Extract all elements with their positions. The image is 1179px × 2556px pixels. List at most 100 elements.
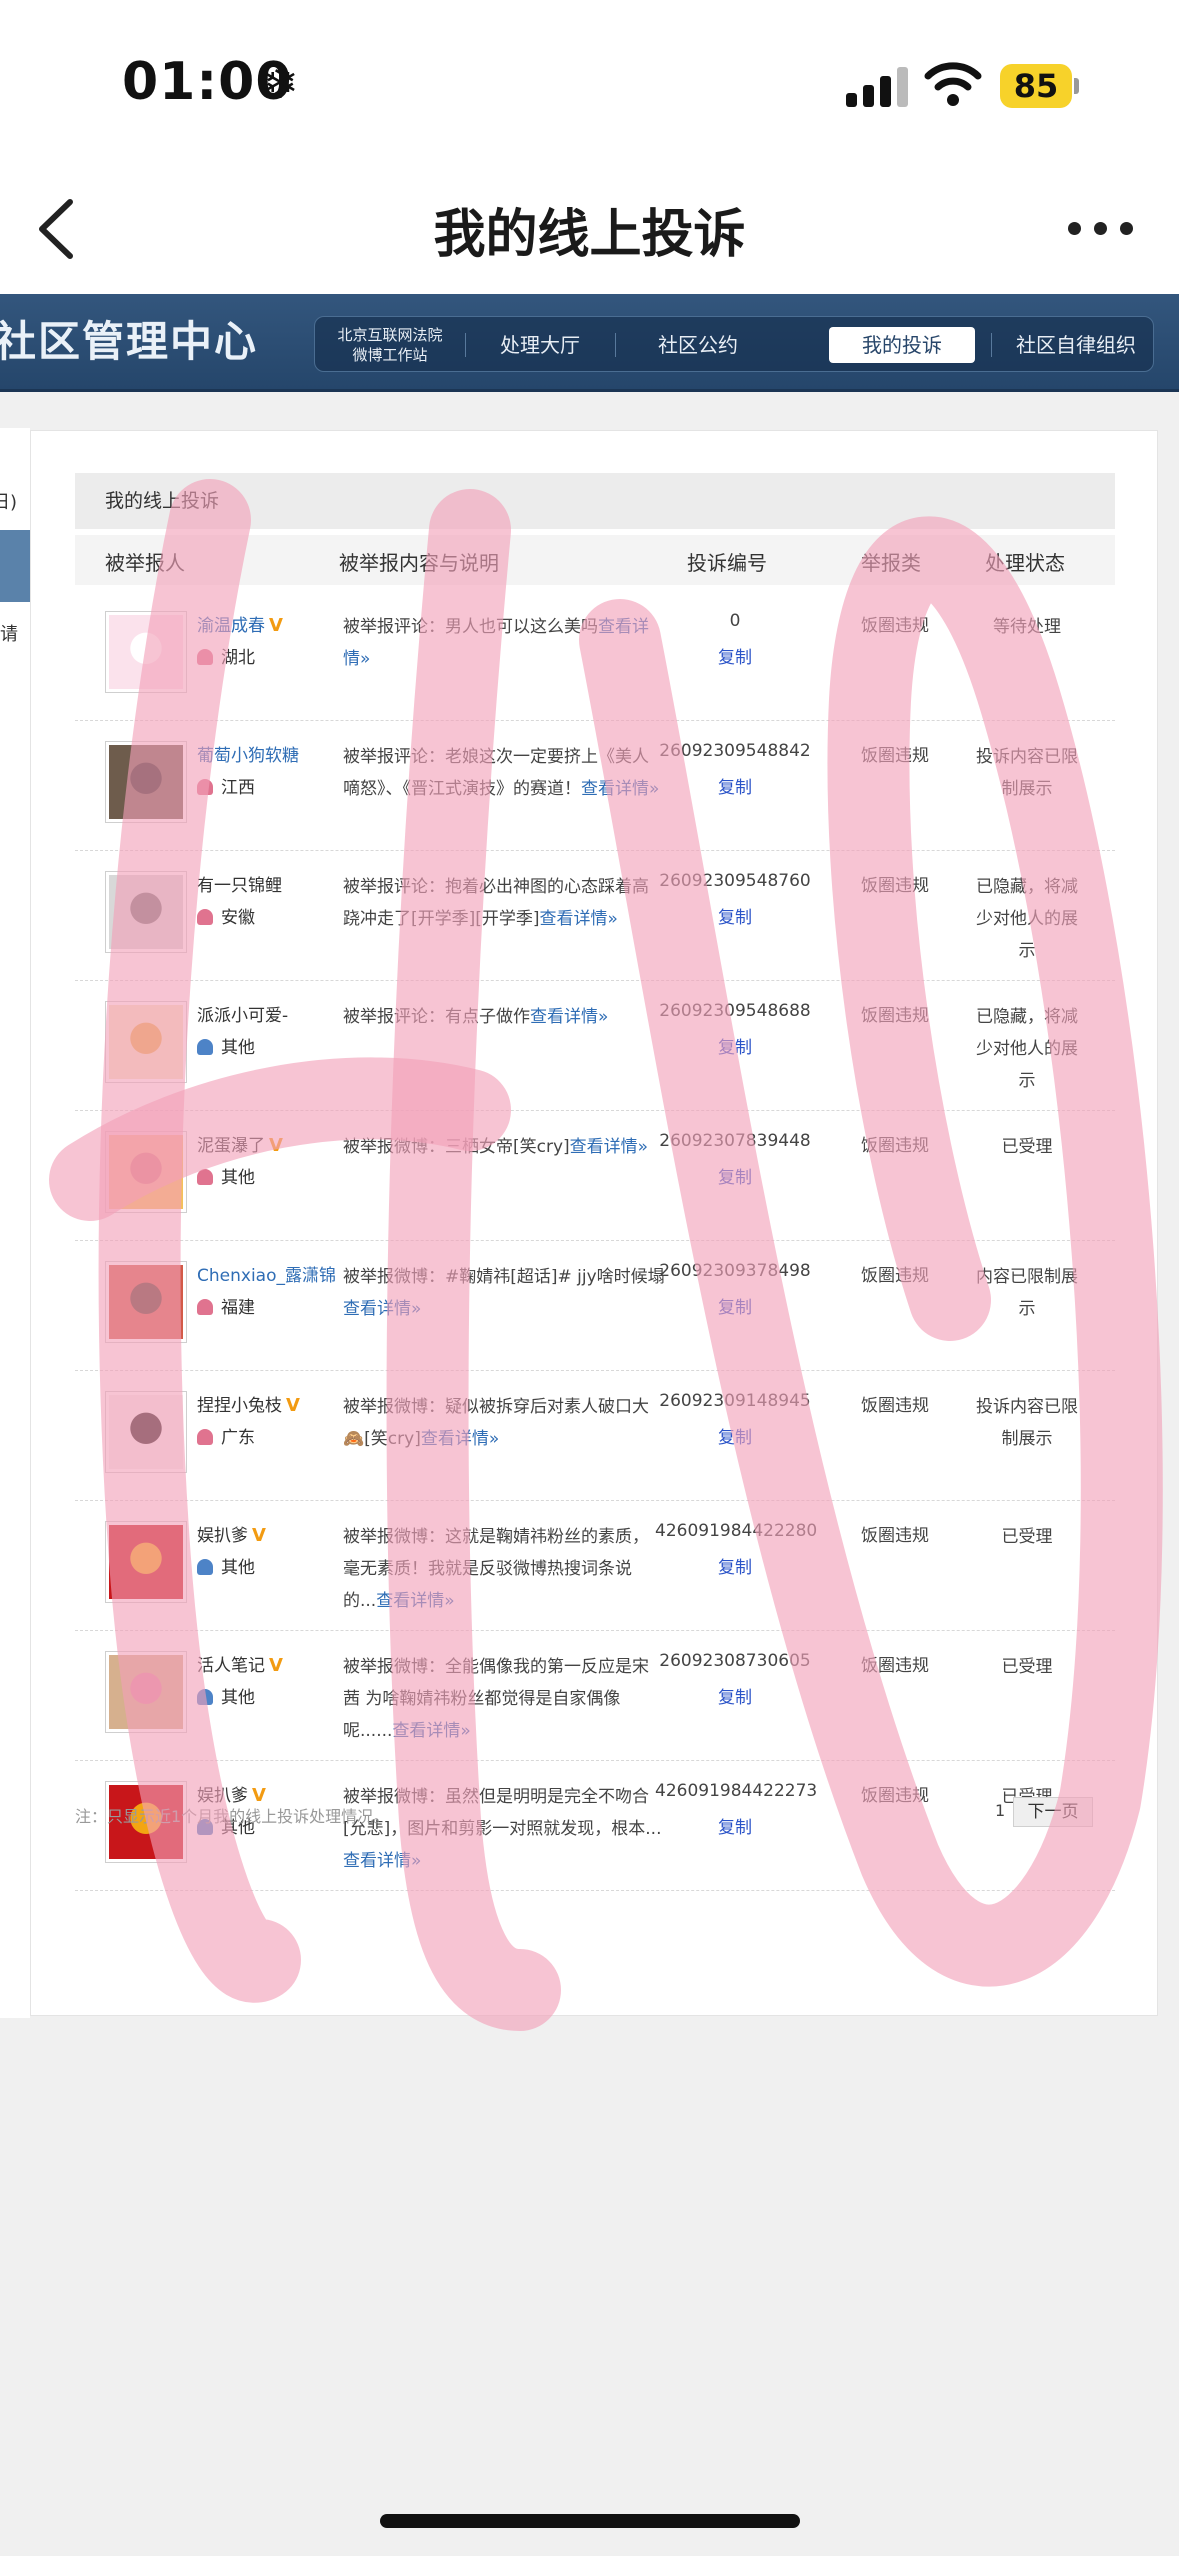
description-text: 被举报微博：三栖女帝[笑cry] — [343, 1137, 570, 1157]
copy-id-link[interactable]: 复制 — [655, 1423, 815, 1448]
copy-id-link[interactable]: 复制 — [655, 643, 815, 668]
reported-user-name[interactable]: 泥蛋瀑了 V — [197, 1131, 283, 1156]
view-details-link[interactable]: 查看详情» — [581, 779, 659, 799]
reported-user-name[interactable]: Chenxiao_露潇锦 — [197, 1261, 336, 1286]
report-category: 饭圈违规 — [861, 1526, 929, 1546]
view-details-link[interactable]: 查看详情» — [376, 1591, 454, 1611]
copy-id-link[interactable]: 复制 — [655, 1293, 815, 1318]
user-name-text[interactable]: 泥蛋瀑了 — [197, 1136, 265, 1156]
user-name-text[interactable]: 派派小可爱- — [197, 1006, 288, 1026]
processing-status: 等待处理 — [993, 617, 1061, 637]
tab-my-complaints[interactable]: 我的投诉 — [829, 327, 975, 363]
view-details-link[interactable]: 查看详情» — [343, 1299, 421, 1319]
avatar[interactable] — [105, 1261, 187, 1343]
view-details-link[interactable]: 查看详情» — [570, 1137, 648, 1157]
avatar[interactable] — [105, 741, 187, 823]
person-icon — [197, 1299, 213, 1315]
tab-court-station[interactable]: 北京互联网法院 微博工作站 — [325, 317, 455, 373]
avatar-image — [109, 615, 183, 689]
column-header: 举报类 — [861, 551, 921, 575]
user-name-text[interactable]: 渝温成春 — [197, 616, 265, 636]
page-number[interactable]: 1 — [995, 1801, 1005, 1820]
complaint-id: 426091984422280 — [655, 1521, 818, 1541]
column-header: 投诉编号 — [687, 551, 767, 575]
view-details-link[interactable]: 查看详情» — [421, 1429, 499, 1449]
location-text: 湖北 — [221, 648, 255, 668]
avatar[interactable] — [105, 1521, 187, 1603]
column-header: 被举报内容与说明 — [339, 551, 499, 575]
description-text: 被举报微博：虽然但是明明是完全不吻合[允悲]，图片和剪影一对照就发现，根本... — [343, 1787, 662, 1839]
user-name-text[interactable]: 有一只锦鲤 — [197, 876, 282, 896]
more-options-icon[interactable] — [1068, 218, 1136, 238]
reported-user-name[interactable]: 捏捏小兔枝 V — [197, 1391, 300, 1416]
person-icon — [197, 649, 213, 665]
avatar[interactable] — [105, 871, 187, 953]
location-text: 其他 — [221, 1558, 255, 1578]
copy-id-link[interactable]: 复制 — [655, 903, 815, 928]
avatar[interactable] — [105, 1651, 187, 1733]
table-row: 葡萄小狗软糖 江西 被举报评论：老娘这次一定要挤上《美人嘀怒》、《晋江式演技》的赛道… — [75, 721, 1115, 851]
copy-id-link[interactable]: 复制 — [655, 773, 815, 798]
view-details-link[interactable]: 查看详情» — [530, 1007, 608, 1027]
tab-court-station-line2: 微博工作站 — [352, 346, 428, 364]
copy-id-link[interactable]: 复制 — [655, 1683, 815, 1708]
view-details-link[interactable]: 查看详情» — [343, 1851, 421, 1871]
report-category: 饭圈违规 — [861, 616, 929, 636]
battery-tip — [1074, 78, 1079, 94]
report-category: 饭圈违规 — [861, 876, 929, 896]
sidebar-active-item[interactable] — [0, 530, 30, 602]
report-category: 饭圈违规 — [861, 1136, 929, 1156]
sidebar-item-text[interactable]: 请 — [0, 620, 18, 646]
vip-badge-icon: V — [269, 615, 283, 636]
reported-user-name[interactable]: 派派小可爱- — [197, 1001, 288, 1026]
reported-user-name[interactable]: 活人笔记 V — [197, 1651, 283, 1676]
home-indicator[interactable] — [380, 2514, 800, 2528]
copy-id-link[interactable]: 复制 — [655, 1553, 815, 1578]
reported-user-name[interactable]: 有一只锦鲤 — [197, 871, 282, 896]
next-page-button[interactable]: 下一页 — [1013, 1797, 1093, 1827]
avatar-image — [109, 1265, 183, 1339]
view-details-link[interactable]: 查看详情» — [392, 1721, 470, 1741]
description-text: 被举报微博：全能偶像我的第一反应是宋茜 为啥鞠婧祎粉丝都觉得是自家偶像呢....… — [343, 1657, 649, 1741]
report-category: 饭圈违规 — [861, 1006, 929, 1026]
complaints-panel: 我的线上投诉 被举报人 被举报内容与说明 投诉编号 举报类 处理状态 渝温成春 V… — [30, 430, 1158, 2016]
user-name-text[interactable]: 娱扒爹 — [197, 1526, 248, 1546]
table-row: 派派小可爱- 其他 被举报评论：有点子做作查看详情» 26092309548688 复制… — [75, 981, 1115, 1111]
avatar[interactable] — [105, 1131, 187, 1213]
site-title: 社区管理中心 — [0, 317, 259, 366]
tab-processing-hall[interactable]: 处理大厅 — [475, 317, 605, 373]
sidebar-item-text[interactable]: 日) — [0, 488, 17, 514]
status-bar: 01:00 ❄ 85 — [0, 0, 1179, 170]
reported-user-name[interactable]: 渝温成春 V — [197, 611, 283, 636]
complaint-id: 26092309548842 — [659, 741, 811, 761]
copy-id-link[interactable]: 复制 — [655, 1163, 815, 1188]
avatar[interactable] — [105, 611, 187, 693]
avatar[interactable] — [105, 1001, 187, 1083]
column-header: 处理状态 — [985, 551, 1065, 575]
complaint-id: 26092309548760 — [659, 871, 811, 891]
avatar[interactable] — [105, 1391, 187, 1473]
page-title: 我的线上投诉 — [433, 205, 746, 265]
copy-id-link[interactable]: 复制 — [655, 1813, 815, 1838]
user-name-text[interactable]: 葡萄小狗软糖 — [197, 746, 299, 766]
person-icon — [197, 1429, 213, 1445]
processing-status: 内容已限制展示 — [976, 1267, 1078, 1319]
reported-user-name[interactable]: 娱扒爹 V — [197, 1521, 266, 1546]
location-text: 安徽 — [221, 908, 255, 928]
processing-status: 已隐藏，将减少对他人的展示 — [976, 877, 1078, 961]
tab-self-regulation[interactable]: 社区自律组织 — [1001, 317, 1151, 373]
vip-badge-icon: V — [269, 1655, 283, 1676]
reported-user-name[interactable]: 葡萄小狗软糖 — [197, 741, 299, 766]
user-name-text[interactable]: 活人笔记 — [197, 1656, 265, 1676]
user-name-text[interactable]: Chenxiao_露潇锦 — [197, 1266, 336, 1286]
complaint-description: 被举报评论：老娘这次一定要挤上《美人嘀怒》、《晋江式演技》的赛道！查看详情» — [343, 741, 665, 805]
view-details-link[interactable]: 查看详情» — [540, 909, 618, 929]
processing-status: 已受理 — [1001, 1527, 1053, 1547]
user-name-text[interactable]: 捏捏小兔枝 — [197, 1396, 282, 1416]
table-row: 捏捏小兔枝 V 广东 被举报微博：疑似被拆穿后对素人破口大🙈[笑cry]查看详情» 26… — [75, 1371, 1115, 1501]
complaint-id: 26092307839448 — [659, 1131, 811, 1151]
tab-community-rules[interactable]: 社区公约 — [633, 317, 763, 373]
complaint-description: 被举报微博：三栖女帝[笑cry]查看详情» — [343, 1131, 665, 1163]
location-text: 广东 — [221, 1428, 255, 1448]
copy-id-link[interactable]: 复制 — [655, 1033, 815, 1058]
